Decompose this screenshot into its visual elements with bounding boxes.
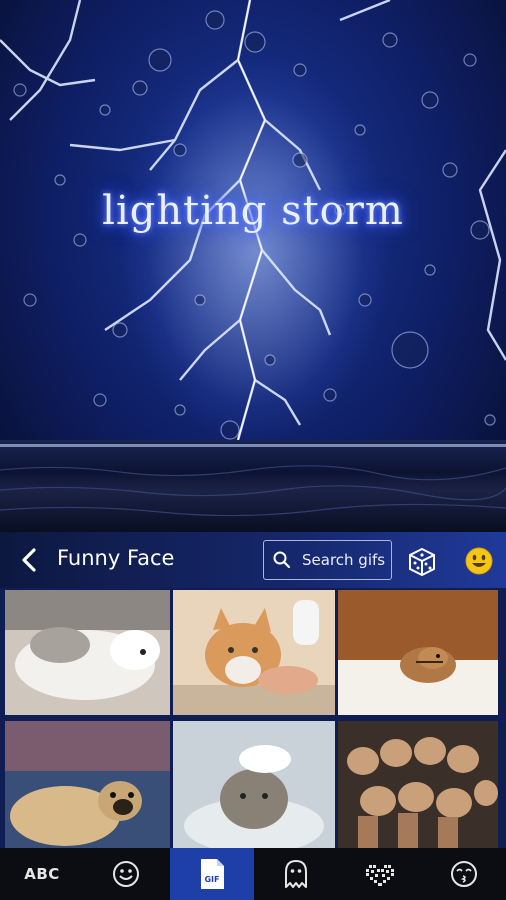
- gif-tile-cat-bath[interactable]: [173, 590, 335, 715]
- gif-file-icon: [201, 859, 224, 889]
- tab-kiss-face[interactable]: [422, 848, 506, 900]
- tab-abc[interactable]: ABC: [0, 848, 84, 900]
- sea-horizon: [0, 440, 506, 532]
- tab-kaomoji[interactable]: [338, 848, 422, 900]
- theme-title: lighting storm: [102, 188, 404, 234]
- tab-ghost[interactable]: [254, 848, 338, 900]
- search-icon: [272, 550, 300, 570]
- ghost-icon: [285, 860, 307, 888]
- gif-tile-husky-puppy[interactable]: [5, 590, 170, 715]
- kiss-face-icon: [451, 861, 477, 887]
- keyboard-tab-bar: ABC GIF: [0, 848, 506, 900]
- pixel-heart-icon: [366, 865, 394, 886]
- gif-tile-kittens[interactable]: [338, 721, 498, 848]
- abc-label: ABC: [24, 865, 60, 883]
- gif-badge: GIF: [204, 875, 220, 884]
- chevron-left-icon[interactable]: [14, 544, 44, 576]
- smiley-face-icon[interactable]: [464, 546, 494, 576]
- tab-emoji[interactable]: [84, 848, 168, 900]
- dice-icon[interactable]: [406, 546, 438, 578]
- gif-tile-chipmunk[interactable]: [338, 590, 498, 715]
- search-placeholder: Search gifs: [302, 551, 386, 569]
- gif-tile-shampoo-cat[interactable]: [173, 721, 335, 848]
- gif-toolbar: Funny Face Search gifs: [0, 532, 506, 588]
- category-title: Funny Face: [57, 546, 175, 570]
- search-gifs-input[interactable]: Search gifs: [263, 540, 392, 580]
- tab-gif[interactable]: GIF: [170, 848, 254, 900]
- gif-grid: [0, 588, 506, 848]
- smiley-outline-icon: [113, 861, 139, 887]
- theme-preview: lighting storm: [0, 0, 506, 532]
- gif-tile-pug[interactable]: [5, 721, 170, 848]
